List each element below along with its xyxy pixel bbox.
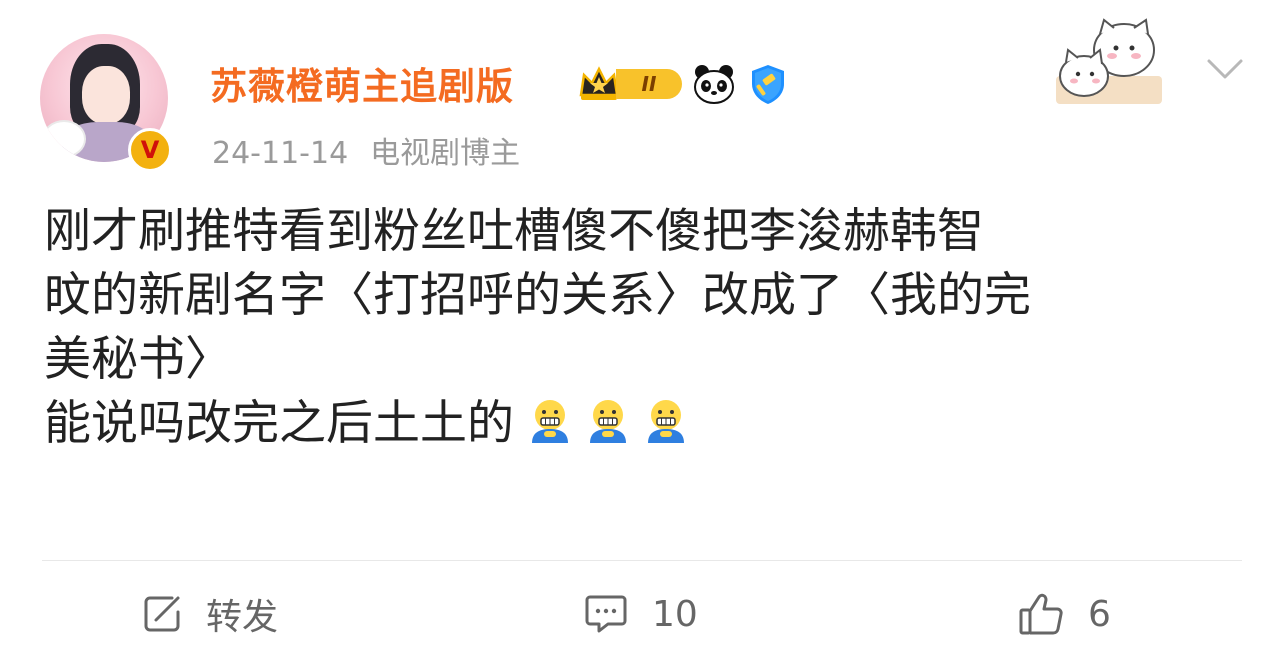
comment-button[interactable]: 10 xyxy=(584,586,698,642)
comment-count: 10 xyxy=(652,593,698,635)
chevron-down-icon[interactable] xyxy=(1206,56,1244,82)
thumbs-up-icon xyxy=(1019,593,1063,635)
panda-icon[interactable] xyxy=(692,62,736,106)
avatar-pet xyxy=(42,120,86,158)
grimace-emoji-icon xyxy=(648,400,684,443)
comment-icon xyxy=(585,595,627,633)
username[interactable]: 苏薇橙萌主追剧版 xyxy=(210,56,514,110)
like-count: 6 xyxy=(1088,593,1111,635)
divider xyxy=(42,560,1242,561)
crown-icon xyxy=(579,66,619,100)
grimace-emoji-icon xyxy=(532,400,568,443)
user-badges: II xyxy=(578,62,790,106)
post-text-line: 美秘书〉 xyxy=(44,332,232,387)
verified-badge-icon: V xyxy=(128,128,172,172)
avatar-face xyxy=(82,66,130,124)
cat-sticker-icon xyxy=(1056,18,1162,104)
post-text-last-line: 能说吗改完之后土土的 xyxy=(44,392,1244,456)
post-content: 刚才刷推特看到粉丝吐槽傻不傻把李浚赫韩智 旼的新剧名字〈打招呼的关系〉改成了〈我… xyxy=(44,200,1244,456)
gavel-shield-icon[interactable] xyxy=(746,62,790,106)
vip-level-badge[interactable]: II xyxy=(578,65,682,103)
like-button[interactable]: 6 xyxy=(1018,586,1111,642)
post-date: 24-11-14 xyxy=(212,136,349,171)
post-text-line: 能说吗改完之后土土的 xyxy=(44,396,514,451)
post-meta: 24-11-14 电视剧博主 xyxy=(212,128,520,172)
repost-label: 转发 xyxy=(206,597,279,638)
share-edit-icon xyxy=(144,596,180,632)
repost-button[interactable]: 转发 xyxy=(142,586,278,642)
post-text-line: 刚才刷推特看到粉丝吐槽傻不傻把李浚赫韩智 xyxy=(44,204,984,259)
user-avatar[interactable]: V xyxy=(36,30,174,172)
grimace-emoji-icon xyxy=(590,400,626,443)
post-author-tag: 电视剧博主 xyxy=(370,136,521,171)
level-pill: II xyxy=(616,69,682,99)
post-text-line: 旼的新剧名字〈打招呼的关系〉改成了〈我的完 xyxy=(44,268,1031,323)
